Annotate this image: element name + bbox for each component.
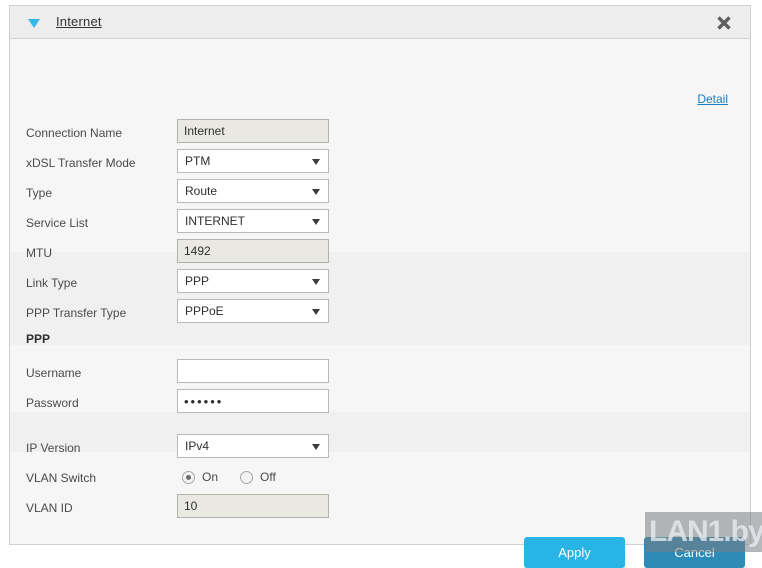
panel-titlebar: Internet bbox=[10, 6, 750, 39]
link-type-select[interactable]: PPP bbox=[177, 269, 329, 293]
close-icon[interactable] bbox=[714, 13, 734, 33]
chevron-down-icon bbox=[312, 219, 320, 225]
row-vlan-switch: VLAN Switch On Off bbox=[10, 464, 750, 494]
label-mtu: MTU bbox=[26, 246, 52, 260]
apply-button[interactable]: Apply bbox=[524, 537, 625, 568]
radio-selected-icon bbox=[182, 470, 195, 484]
chevron-down-icon bbox=[312, 444, 320, 450]
vlan-switch-radio-off[interactable]: Off bbox=[240, 470, 276, 484]
row-connection-name: Connection Name bbox=[10, 119, 750, 149]
username-input[interactable] bbox=[177, 359, 329, 383]
row-ppp-transfer-type: PPP Transfer Type PPPoE bbox=[10, 299, 750, 329]
label-username: Username bbox=[26, 366, 82, 380]
connection-name-input[interactable] bbox=[177, 119, 329, 143]
vlan-switch-off-label: Off bbox=[260, 470, 276, 484]
service-list-select[interactable]: INTERNET bbox=[177, 209, 329, 233]
row-mtu: MTU bbox=[10, 239, 750, 269]
label-ip-version: IP Version bbox=[26, 441, 81, 455]
label-connection-name: Connection Name bbox=[26, 126, 123, 140]
label-vlan-id: VLAN ID bbox=[26, 501, 73, 515]
cancel-button[interactable]: Cancel bbox=[644, 537, 745, 568]
vlan-id-input[interactable] bbox=[177, 494, 329, 518]
xdsl-transfer-mode-value: PTM bbox=[185, 154, 211, 168]
vlan-switch-radio-group: On Off bbox=[182, 470, 298, 484]
label-vlan-switch: VLAN Switch bbox=[26, 471, 97, 485]
detail-link[interactable]: Detail bbox=[697, 92, 728, 106]
label-service-list: Service List bbox=[26, 216, 89, 230]
ppp-section-heading: PPP bbox=[26, 332, 51, 346]
vlan-switch-on-label: On bbox=[202, 470, 219, 484]
vlan-switch-radio-on[interactable]: On bbox=[182, 470, 218, 484]
row-vlan-id: VLAN ID bbox=[10, 494, 750, 524]
chevron-down-icon bbox=[312, 189, 320, 195]
radio-unselected-icon bbox=[240, 470, 254, 484]
service-list-value: INTERNET bbox=[185, 214, 245, 228]
mtu-input[interactable] bbox=[177, 239, 329, 263]
ip-version-value: IPv4 bbox=[185, 439, 210, 453]
row-link-type: Link Type PPP bbox=[10, 269, 750, 299]
label-ppp-transfer-type: PPP Transfer Type bbox=[26, 306, 127, 320]
internet-settings-panel: Internet Detail Connection Name xDSL Tra… bbox=[9, 5, 751, 568]
ip-version-select[interactable]: IPv4 bbox=[177, 434, 329, 458]
row-xdsl-transfer-mode: xDSL Transfer Mode PTM bbox=[10, 149, 750, 179]
ppp-transfer-type-select[interactable]: PPPoE bbox=[177, 299, 329, 323]
label-xdsl-transfer-mode: xDSL Transfer Mode bbox=[26, 156, 136, 170]
panel-body: Detail Connection Name xDSL Transfer Mod… bbox=[10, 39, 750, 568]
ppp-transfer-type-value: PPPoE bbox=[185, 304, 224, 318]
row-type: Type Route bbox=[10, 179, 750, 209]
panel-title[interactable]: Internet bbox=[56, 14, 102, 29]
link-type-value: PPP bbox=[185, 274, 210, 288]
label-link-type: Link Type bbox=[26, 276, 78, 290]
row-service-list: Service List INTERNET bbox=[10, 209, 750, 239]
label-password: Password bbox=[26, 396, 79, 410]
type-value: Route bbox=[185, 184, 218, 198]
chevron-down-icon bbox=[312, 279, 320, 285]
type-select[interactable]: Route bbox=[177, 179, 329, 203]
row-password: Password bbox=[10, 389, 750, 419]
row-ip-version: IP Version IPv4 bbox=[10, 434, 750, 464]
chevron-down-icon bbox=[312, 159, 320, 165]
triangle-down-icon[interactable] bbox=[28, 19, 40, 28]
chevron-down-icon bbox=[312, 309, 320, 315]
xdsl-transfer-mode-select[interactable]: PTM bbox=[177, 149, 329, 173]
password-input[interactable] bbox=[177, 389, 329, 413]
label-type: Type bbox=[26, 186, 53, 200]
row-username: Username bbox=[10, 359, 750, 389]
